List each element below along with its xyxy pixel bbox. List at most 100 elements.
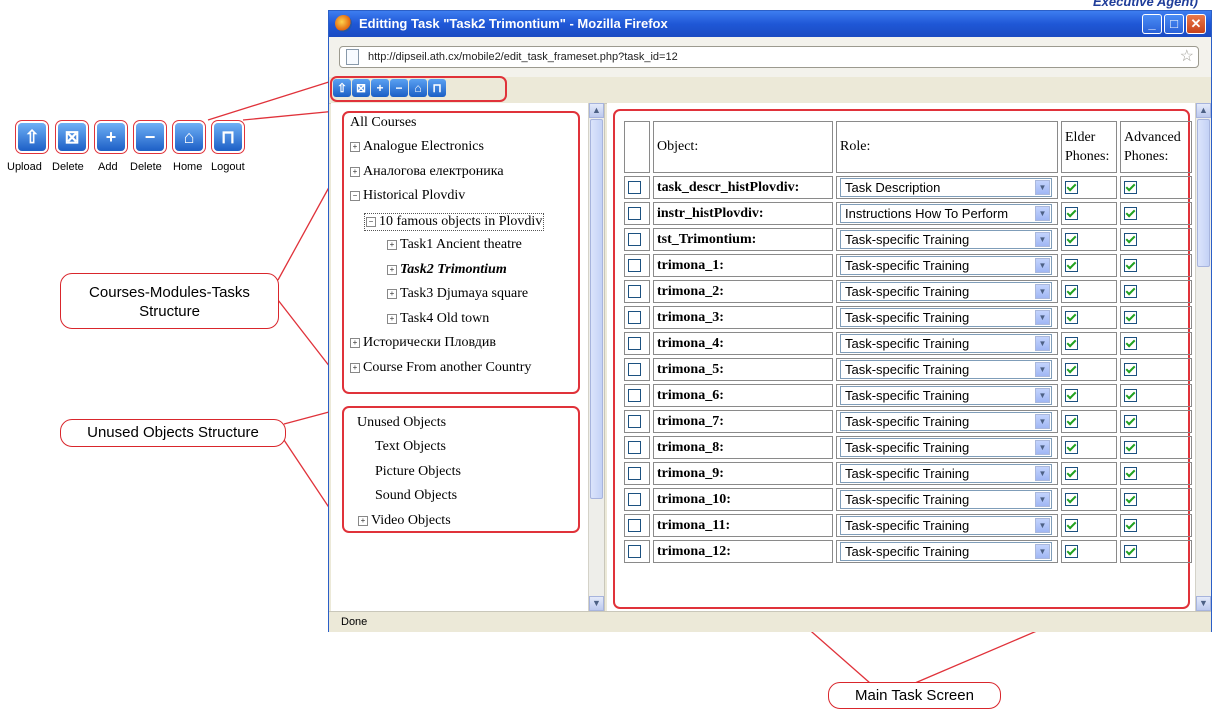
tree-item-task1[interactable]: + Task1 Ancient theatre: [387, 237, 522, 253]
chevron-down-icon[interactable]: ▼: [1035, 362, 1050, 377]
elder-phones-checkbox[interactable]: [1065, 232, 1078, 246]
role-select[interactable]: Task-specific Training ▼: [840, 464, 1052, 483]
chevron-down-icon[interactable]: ▼: [1035, 180, 1050, 195]
tree-item-sound-objects[interactable]: Sound Objects: [375, 488, 457, 504]
advanced-phones-checkbox[interactable]: [1124, 258, 1137, 272]
role-select[interactable]: Instructions How To Perform ▼: [840, 204, 1052, 223]
tree-item-analogue-electronics-bg[interactable]: + Аналогова електроника: [350, 164, 504, 180]
role-select[interactable]: Task-specific Training ▼: [840, 438, 1052, 457]
row-select-checkbox[interactable]: [628, 518, 641, 532]
role-select[interactable]: Task-specific Training ▼: [840, 542, 1052, 561]
expand-icon[interactable]: +: [350, 141, 360, 152]
scroll-thumb[interactable]: [590, 119, 603, 499]
elder-phones-checkbox[interactable]: [1065, 388, 1078, 402]
scroll-thumb[interactable]: [1197, 119, 1210, 267]
tree-item-analogue-electronics[interactable]: + Analogue Electronics: [350, 139, 484, 155]
row-select-checkbox[interactable]: [628, 180, 641, 194]
elder-phones-checkbox[interactable]: [1065, 466, 1078, 480]
tree-item-historical-plovdiv-bg[interactable]: + Исторически Пловдив: [350, 335, 496, 351]
chevron-down-icon[interactable]: ▼: [1035, 258, 1050, 273]
role-select[interactable]: Task-specific Training ▼: [840, 516, 1052, 535]
chevron-down-icon[interactable]: ▼: [1035, 232, 1050, 247]
row-select-checkbox[interactable]: [628, 492, 641, 506]
expand-icon[interactable]: +: [387, 313, 397, 324]
chevron-down-icon[interactable]: ▼: [1035, 544, 1050, 559]
elder-phones-checkbox[interactable]: [1065, 310, 1078, 324]
advanced-phones-checkbox[interactable]: [1124, 232, 1137, 246]
tree-item-10-famous-objects[interactable]: −10 famous objects in Plovdiv: [364, 213, 545, 231]
advanced-phones-checkbox[interactable]: [1124, 466, 1137, 480]
chevron-down-icon[interactable]: ▼: [1035, 284, 1050, 299]
expand-icon[interactable]: +: [387, 288, 397, 299]
advanced-phones-checkbox[interactable]: [1124, 518, 1137, 532]
row-select-checkbox[interactable]: [628, 258, 641, 272]
row-select-checkbox[interactable]: [628, 388, 641, 402]
scroll-up-arrow-icon[interactable]: ▲: [589, 103, 604, 118]
elder-phones-checkbox[interactable]: [1065, 544, 1078, 558]
elder-phones-checkbox[interactable]: [1065, 362, 1078, 376]
role-select[interactable]: Task-specific Training ▼: [840, 360, 1052, 379]
tree-item-task3[interactable]: + Task3 Djumaya square: [387, 286, 528, 302]
tree-item-text-objects[interactable]: Text Objects: [375, 439, 446, 455]
row-select-checkbox[interactable]: [628, 414, 641, 428]
elder-phones-checkbox[interactable]: [1065, 284, 1078, 298]
collapse-icon[interactable]: −: [350, 190, 360, 201]
tree-root-unused-objects[interactable]: Unused Objects: [357, 415, 446, 431]
advanced-phones-checkbox[interactable]: [1124, 492, 1137, 506]
elder-phones-checkbox[interactable]: [1065, 336, 1078, 350]
scroll-down-arrow-icon[interactable]: ▼: [1196, 596, 1211, 611]
elder-phones-checkbox[interactable]: [1065, 180, 1078, 194]
advanced-phones-checkbox[interactable]: [1124, 440, 1137, 454]
row-select-checkbox[interactable]: [628, 544, 641, 558]
chevron-down-icon[interactable]: ▼: [1035, 466, 1050, 481]
advanced-phones-checkbox[interactable]: [1124, 310, 1137, 324]
close-button[interactable]: ✕: [1186, 14, 1206, 34]
role-select[interactable]: Task-specific Training ▼: [840, 412, 1052, 431]
scroll-down-arrow-icon[interactable]: ▼: [589, 596, 604, 611]
chevron-down-icon[interactable]: ▼: [1035, 414, 1050, 429]
advanced-phones-checkbox[interactable]: [1124, 206, 1137, 220]
chevron-down-icon[interactable]: ▼: [1035, 492, 1050, 507]
elder-phones-checkbox[interactable]: [1065, 440, 1078, 454]
row-select-checkbox[interactable]: [628, 466, 641, 480]
chevron-down-icon[interactable]: ▼: [1035, 518, 1050, 533]
tree-item-task2-selected[interactable]: + Task2 Trimontium: [387, 262, 507, 278]
advanced-phones-checkbox[interactable]: [1124, 180, 1137, 194]
advanced-phones-checkbox[interactable]: [1124, 414, 1137, 428]
chevron-down-icon[interactable]: ▼: [1035, 388, 1050, 403]
elder-phones-checkbox[interactable]: [1065, 206, 1078, 220]
role-select[interactable]: Task-specific Training ▼: [840, 308, 1052, 327]
row-select-checkbox[interactable]: [628, 362, 641, 376]
elder-phones-checkbox[interactable]: [1065, 492, 1078, 506]
maximize-button[interactable]: □: [1164, 14, 1184, 34]
minimize-button[interactable]: _: [1142, 14, 1162, 34]
tree-item-course-another-country[interactable]: + Course From another Country: [350, 360, 531, 376]
expand-icon[interactable]: +: [350, 166, 360, 177]
main-scrollbar[interactable]: ▲ ▼: [1195, 103, 1211, 611]
advanced-phones-checkbox[interactable]: [1124, 284, 1137, 298]
tree-item-picture-objects[interactable]: Picture Objects: [375, 464, 461, 480]
row-select-checkbox[interactable]: [628, 206, 641, 220]
elder-phones-checkbox[interactable]: [1065, 414, 1078, 428]
expand-icon[interactable]: +: [387, 239, 397, 250]
advanced-phones-checkbox[interactable]: [1124, 388, 1137, 402]
advanced-phones-checkbox[interactable]: [1124, 336, 1137, 350]
expand-icon[interactable]: +: [350, 362, 360, 373]
expand-icon[interactable]: +: [387, 264, 397, 275]
chevron-down-icon[interactable]: ▼: [1035, 440, 1050, 455]
tree-item-video-objects[interactable]: + Video Objects: [358, 513, 451, 529]
advanced-phones-checkbox[interactable]: [1124, 362, 1137, 376]
scroll-up-arrow-icon[interactable]: ▲: [1196, 103, 1211, 118]
role-select[interactable]: Task Description ▼: [840, 178, 1052, 197]
tree-item-task4[interactable]: + Task4 Old town: [387, 311, 489, 327]
expand-icon[interactable]: +: [358, 515, 368, 526]
role-select[interactable]: Task-specific Training ▼: [840, 282, 1052, 301]
role-select[interactable]: Task-specific Training ▼: [840, 334, 1052, 353]
tree-root-all-courses[interactable]: All Courses: [350, 115, 417, 131]
role-select[interactable]: Task-specific Training ▼: [840, 230, 1052, 249]
advanced-phones-checkbox[interactable]: [1124, 544, 1137, 558]
elder-phones-checkbox[interactable]: [1065, 258, 1078, 272]
collapse-icon[interactable]: −: [366, 216, 376, 227]
expand-icon[interactable]: +: [350, 337, 360, 348]
role-select[interactable]: Task-specific Training ▼: [840, 386, 1052, 405]
